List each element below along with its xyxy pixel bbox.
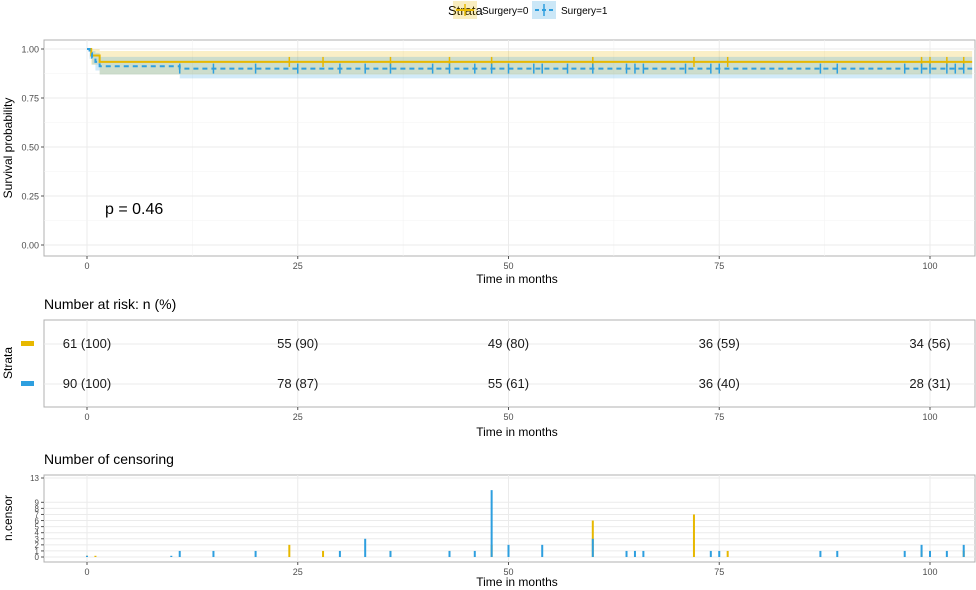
risk-table-x-ticks: 0 25 50 75 100: [84, 407, 938, 422]
survival-x-axis-label: Time in months: [476, 272, 558, 286]
survival-ytick-label: 1.00: [21, 45, 39, 55]
censoring-xtick-label: 25: [293, 567, 303, 577]
risk-cell: 49 (80): [488, 336, 529, 351]
survival-xtick-label: 25: [293, 261, 303, 271]
legend-label-surgery0: Surgery=0: [482, 6, 529, 17]
survival-ytick-label: 0.50: [21, 143, 39, 153]
risk-table-panel: Number at risk: n (%) 61 (100) 55 (90) 49 …: [1, 296, 976, 439]
survival-xtick-label: 0: [84, 261, 89, 271]
risk-table-title: Number at risk: n (%): [44, 296, 176, 312]
survival-y-ticks: 0.00 0.25 0.50 0.75 1.00: [21, 45, 44, 251]
censoring-panel: Number of censoring 012345678913 0 25 50 75…: [1, 451, 976, 589]
survival-ci-bands: [87, 49, 973, 79]
risk-cell: 34 (56): [909, 336, 950, 351]
risk-cell: 78 (87): [277, 376, 318, 391]
survival-ytick-label: 0.75: [21, 94, 39, 104]
risk-cell: 55 (61): [488, 376, 529, 391]
risk-cell: 36 (59): [699, 336, 740, 351]
risk-row-key-surgery1: [21, 381, 34, 386]
survival-xtick-label: 75: [714, 261, 724, 271]
censoring-xtick-label: 75: [714, 567, 724, 577]
risk-table-border: [43, 319, 976, 408]
survival-xtick-label: 100: [922, 261, 937, 271]
survival-ytick-label: 0.25: [21, 192, 39, 202]
risk-table-y-label: Strata: [1, 347, 15, 379]
censoring-ytick-label: 9: [35, 498, 40, 507]
risk-row-key-surgery0: [21, 341, 34, 346]
risk-xtick-label: 0: [84, 412, 89, 422]
risk-cell: 90 (100): [63, 376, 111, 391]
censoring-title: Number of censoring: [44, 451, 174, 467]
censoring-y-ticks: 012345678913: [30, 474, 44, 562]
risk-table-x-axis-label: Time in months: [476, 425, 558, 439]
p-value-annotation: p = 0.46: [105, 201, 163, 218]
survival-panel: 0.00 0.25 0.50 0.75 1.00 0 25 50 75 100 p = 0.46…: [1, 39, 976, 286]
censoring-xtick-label: 100: [922, 567, 937, 577]
risk-xtick-label: 25: [293, 412, 303, 422]
risk-cell: 55 (90): [277, 336, 318, 351]
risk-xtick-label: 100: [922, 412, 937, 422]
risk-xtick-label: 75: [714, 412, 724, 422]
survival-ytick-label: 0.00: [21, 241, 39, 251]
censoring-ytick-label: 13: [30, 474, 39, 483]
survival-y-axis-label: Survival probability: [1, 98, 15, 199]
survival-x-ticks: 0 25 50 75 100: [84, 256, 938, 271]
legend: Strata Surgery=0 Surgery=1: [448, 1, 608, 19]
risk-cell: 28 (31): [909, 376, 950, 391]
survival-xtick-label: 50: [503, 261, 513, 271]
censoring-xtick-label: 0: [84, 567, 89, 577]
censoring-x-axis-label: Time in months: [476, 575, 558, 589]
legend-label-surgery1: Surgery=1: [561, 6, 608, 17]
censoring-y-axis-label: n.censor: [1, 495, 15, 541]
risk-cell: 36 (40): [699, 376, 740, 391]
risk-xtick-label: 50: [503, 412, 513, 422]
risk-cell: 61 (100): [63, 336, 111, 351]
figure: Strata Surgery=0 Surgery=1 0.000.250.500…: [1, 1, 976, 589]
